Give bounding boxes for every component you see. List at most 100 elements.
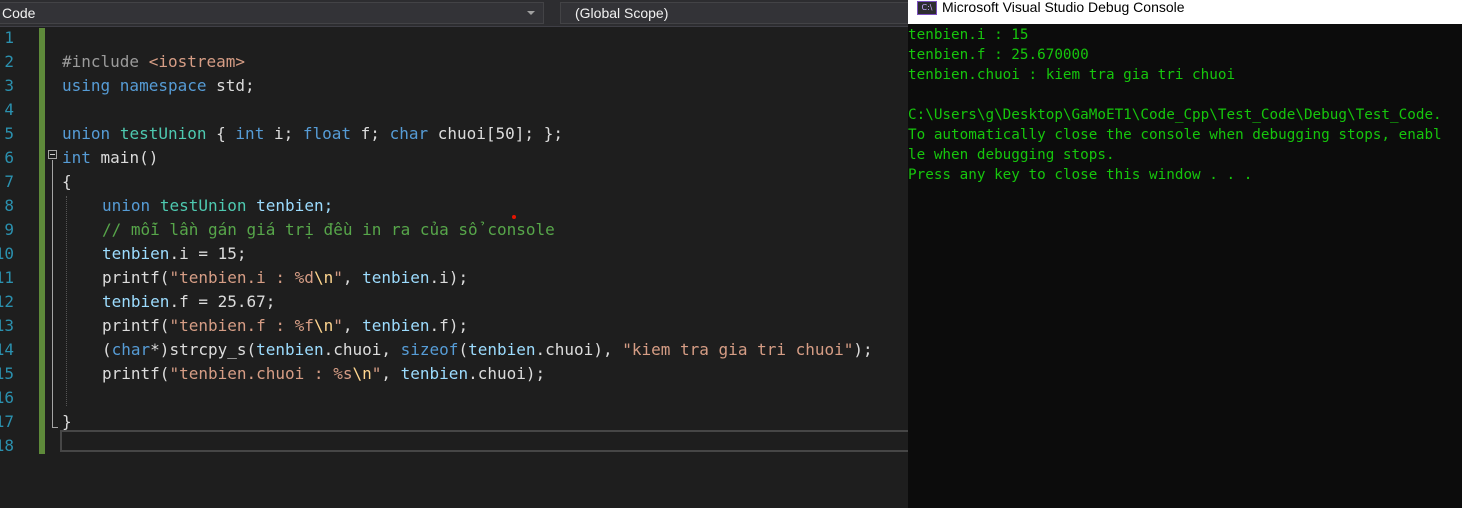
code-text: .i = 15; xyxy=(169,244,247,263)
code-text: .chuoi, xyxy=(323,340,401,359)
project-dropdown[interactable]: Code xyxy=(0,2,544,24)
console-line: tenbien.f : 25.670000 xyxy=(908,47,1089,63)
preprocessor-directive: #include xyxy=(62,52,140,71)
code-text: .f); xyxy=(429,316,469,335)
line-number: 1 xyxy=(4,28,14,47)
error-marker xyxy=(512,215,516,219)
code-text: chuoi[50]; }; xyxy=(428,124,563,143)
keyword: sizeof xyxy=(400,340,459,359)
variable: tenbien xyxy=(362,268,430,287)
paren: ( xyxy=(159,364,170,383)
console-app-icon: C:\ xyxy=(917,1,937,15)
code-text: , xyxy=(381,364,401,383)
keyword: union xyxy=(102,196,151,215)
code-text: std; xyxy=(206,76,255,95)
type-name: testUnion xyxy=(159,196,247,215)
line-number: 5 xyxy=(4,124,14,143)
code-editor[interactable]: Code (Global Scope) 12345678910111213141… xyxy=(0,0,908,508)
function-name: main() xyxy=(90,148,159,167)
comment: // mỗi lần gán giá trị đều in ra của sổ … xyxy=(102,220,555,239)
code-text: ); xyxy=(853,340,873,359)
code-line-3[interactable]: using namespace std; xyxy=(62,74,255,98)
variable: tenbien xyxy=(102,244,170,263)
line-number: 3 xyxy=(4,76,14,95)
code-text: i; xyxy=(264,124,303,143)
project-dropdown-label: Code xyxy=(2,5,36,21)
console-line: tenbien.chuoi : kiem tra gia tri chuoi xyxy=(908,67,1236,83)
indent-guide xyxy=(66,196,67,406)
keyword: int xyxy=(62,148,91,167)
code-line-9[interactable]: // mỗi lần gán giá trị đều in ra của sổ … xyxy=(102,218,555,242)
line-number: 16 xyxy=(0,388,14,407)
code-area[interactable]: 123456789101112131415161718 #include <io… xyxy=(0,26,908,508)
escape-sequence: \n xyxy=(313,268,334,287)
keyword: char xyxy=(389,124,429,143)
console-line: tenbien.i : 15 xyxy=(908,27,1029,43)
variable: tenbien xyxy=(400,364,469,383)
line-number: 17 xyxy=(0,412,14,431)
console-output[interactable]: tenbien.i : 15 tenbien.f : 25.670000 tenbi… xyxy=(908,25,1462,185)
code-line-6[interactable]: int main() xyxy=(62,146,158,170)
code-text: .chuoi); xyxy=(468,364,546,383)
paren: ( xyxy=(159,316,170,335)
outline-guide-end xyxy=(52,427,58,428)
code-line-10[interactable]: tenbien.i = 15; xyxy=(102,242,247,266)
code-line-7[interactable]: { xyxy=(62,170,72,194)
string-literal: "tenbien.f : %f xyxy=(169,316,314,335)
scope-dropdown[interactable]: (Global Scope) xyxy=(560,2,908,24)
code-line-11[interactable]: printf("tenbien.i : %d\n", tenbien.i); xyxy=(102,266,468,290)
line-number: 14 xyxy=(0,340,14,359)
outline-guide xyxy=(52,160,53,428)
string-literal: " xyxy=(371,364,382,383)
type-name: testUnion xyxy=(119,124,207,143)
code-line-8[interactable]: union testUnion tenbien; xyxy=(102,194,333,218)
line-number: 11 xyxy=(0,268,14,287)
console-line: Press any key to close this window . . . xyxy=(908,167,1253,183)
code-line-14[interactable]: (char*)strcpy_s(tenbien.chuoi, sizeof(te… xyxy=(102,338,873,362)
close-brace: } xyxy=(62,412,72,431)
paren: ( xyxy=(159,268,170,287)
code-text: f; xyxy=(351,124,390,143)
code-line-17[interactable]: } xyxy=(62,410,72,434)
paren: ( xyxy=(102,340,112,359)
line-number: 6 xyxy=(4,148,14,167)
code-text: .i); xyxy=(429,268,469,287)
collapse-icon[interactable] xyxy=(48,150,57,159)
console-title: Microsoft Visual Studio Debug Console xyxy=(942,0,1185,15)
line-number: 10 xyxy=(0,244,14,263)
chevron-down-icon xyxy=(527,11,535,15)
code-text: , xyxy=(342,268,363,287)
keyword: union xyxy=(62,124,111,143)
line-number: 15 xyxy=(0,364,14,383)
function-call: printf xyxy=(102,316,160,335)
code-line-2[interactable]: #include <iostream> xyxy=(62,50,245,74)
code-text: .chuoi), xyxy=(535,340,623,359)
change-tracking-bar xyxy=(39,28,45,454)
code-text: *) xyxy=(150,340,170,359)
current-line-highlight xyxy=(60,430,908,452)
line-number: 18 xyxy=(0,436,14,455)
string-literal: " xyxy=(333,268,343,287)
keyword: int xyxy=(235,124,265,143)
escape-sequence: \n xyxy=(313,316,334,335)
code-line-13[interactable]: printf("tenbien.f : %f\n", tenbien.f); xyxy=(102,314,468,338)
line-number: 7 xyxy=(4,172,14,191)
console-titlebar[interactable]: C:\ Microsoft Visual Studio Debug Consol… xyxy=(908,0,1462,24)
code-text: { xyxy=(206,124,236,143)
line-number: 2 xyxy=(4,52,14,71)
line-number: 4 xyxy=(4,100,14,119)
line-number: 8 xyxy=(4,196,14,215)
debug-console-window[interactable]: C:\ Microsoft Visual Studio Debug Consol… xyxy=(908,0,1462,508)
line-number: 13 xyxy=(0,316,14,335)
function-call: strcpy_s xyxy=(169,340,247,359)
paren: ( xyxy=(246,340,257,359)
code-line-12[interactable]: tenbien.f = 25.67; xyxy=(102,290,275,314)
string-literal: " xyxy=(333,316,343,335)
code-line-15[interactable]: printf("tenbien.chuoi : %s\n", tenbien.c… xyxy=(102,362,545,386)
code-text: .f = 25.67; xyxy=(169,292,276,311)
include-header: <iostream> xyxy=(148,52,246,71)
console-line: C:\Users\g\Desktop\GaMoET1\Code_Cpp\Test… xyxy=(908,107,1442,123)
variable: tenbien; xyxy=(246,196,334,215)
code-line-5[interactable]: union testUnion { int i; float f; char c… xyxy=(62,122,563,146)
